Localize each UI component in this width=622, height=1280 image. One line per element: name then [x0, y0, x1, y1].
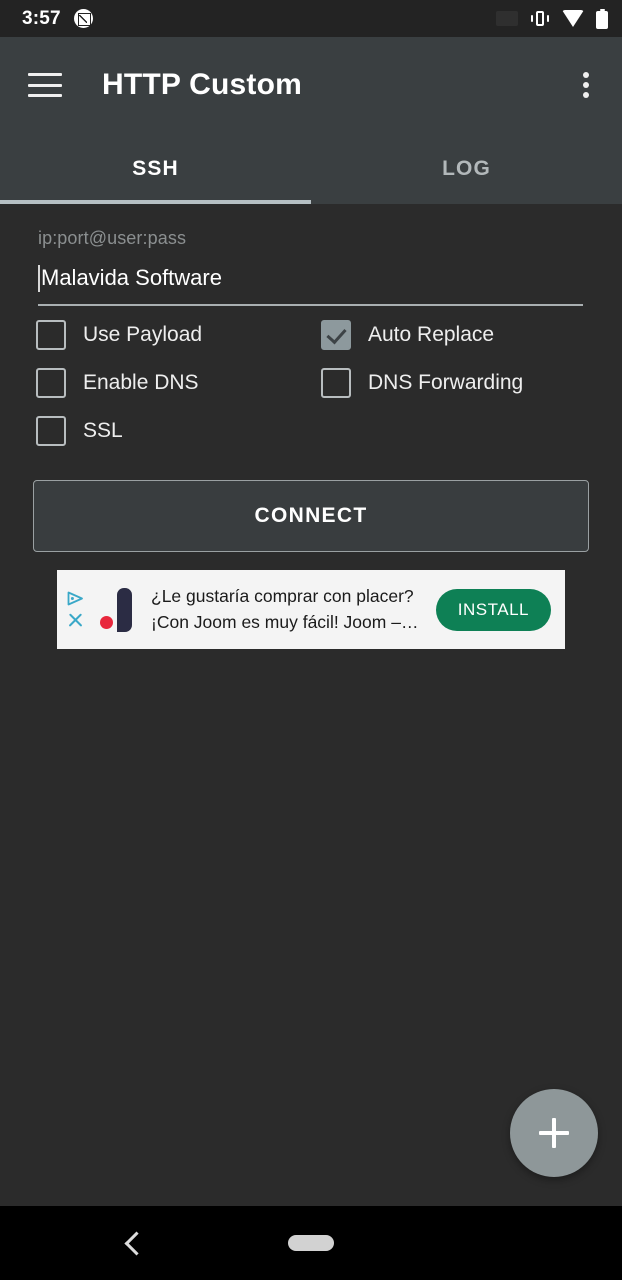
system-navigation-bar [0, 1206, 622, 1280]
checkbox-label: Auto Replace [368, 323, 495, 346]
option-ssl[interactable]: SSL [36, 416, 321, 446]
option-use-payload[interactable]: Use Payload [36, 320, 321, 350]
tab-log[interactable]: LOG [311, 133, 622, 204]
options-checkbox-group: Use Payload Auto Replace Enable DNS DNS … [36, 320, 596, 464]
page-title: HTTP Custom [102, 68, 302, 101]
add-config-fab[interactable] [510, 1089, 598, 1177]
overflow-menu-icon[interactable] [572, 68, 600, 102]
checkbox-use-payload[interactable] [36, 320, 66, 350]
tab-ssh[interactable]: SSH [0, 133, 311, 204]
status-bar-left-icons [73, 9, 93, 28]
ghost-app-icon [496, 11, 518, 26]
checkbox-label: DNS Forwarding [368, 371, 524, 394]
config-input-row[interactable]: Malavida Software [38, 263, 583, 293]
config-field-label: ip:port@user:pass [38, 228, 187, 248]
wifi-icon [562, 10, 584, 27]
checkbox-enable-dns[interactable] [36, 368, 66, 398]
app-screen: 3:57 HTTP Custom SSH LOG ip:port@user:pa… [0, 0, 622, 1280]
adchoices-icon[interactable] [67, 591, 84, 606]
close-icon[interactable] [67, 612, 84, 629]
back-chevron-icon[interactable] [121, 1231, 145, 1255]
ad-copy: ¿Le gustaría comprar con placer? ¡Con Jo… [143, 584, 436, 635]
config-input-underline [38, 304, 583, 306]
text-caret [38, 264, 40, 292]
ad-subtext: ¡Con Joom es muy fácil! Joom –… [151, 611, 419, 632]
battery-icon [596, 8, 608, 29]
checkbox-dns-forwarding[interactable] [321, 368, 351, 398]
checkbox-auto-replace[interactable] [321, 320, 351, 350]
ad-headline: ¿Le gustaría comprar con placer? [151, 586, 414, 607]
checkbox-label: Enable DNS [83, 371, 199, 394]
hamburger-menu-icon[interactable] [28, 73, 62, 97]
checkbox-row: SSL [36, 416, 596, 446]
app-bar: HTTP Custom [0, 37, 622, 133]
config-input-value[interactable]: Malavida Software [41, 265, 222, 291]
checkbox-row: Enable DNS DNS Forwarding [36, 368, 596, 398]
config-field-group: ip:port@user:pass Malavida Software [38, 228, 583, 306]
ad-banner[interactable]: ¿Le gustaría comprar con placer? ¡Con Jo… [57, 570, 565, 649]
status-bar-right-icons [496, 8, 608, 29]
option-dns-forwarding[interactable]: DNS Forwarding [321, 368, 596, 398]
joom-logo [89, 570, 143, 649]
ad-controls [57, 570, 89, 649]
status-bar-clock: 3:57 [22, 7, 61, 29]
status-bar: 3:57 [0, 0, 622, 37]
checkbox-row: Use Payload Auto Replace [36, 320, 596, 350]
checkbox-ssl[interactable] [36, 416, 66, 446]
option-auto-replace[interactable]: Auto Replace [321, 320, 596, 350]
option-enable-dns[interactable]: Enable DNS [36, 368, 321, 398]
tab-bar: SSH LOG [0, 133, 622, 204]
connect-button[interactable]: CONNECT [33, 480, 589, 552]
vibrate-icon [530, 9, 550, 28]
plus-icon [539, 1118, 569, 1148]
home-pill-icon[interactable] [288, 1235, 334, 1251]
checkbox-label: Use Payload [83, 323, 203, 346]
checkbox-label: SSL [83, 419, 123, 442]
ad-install-button[interactable]: INSTALL [435, 588, 551, 631]
screenshot-icon [73, 9, 93, 28]
